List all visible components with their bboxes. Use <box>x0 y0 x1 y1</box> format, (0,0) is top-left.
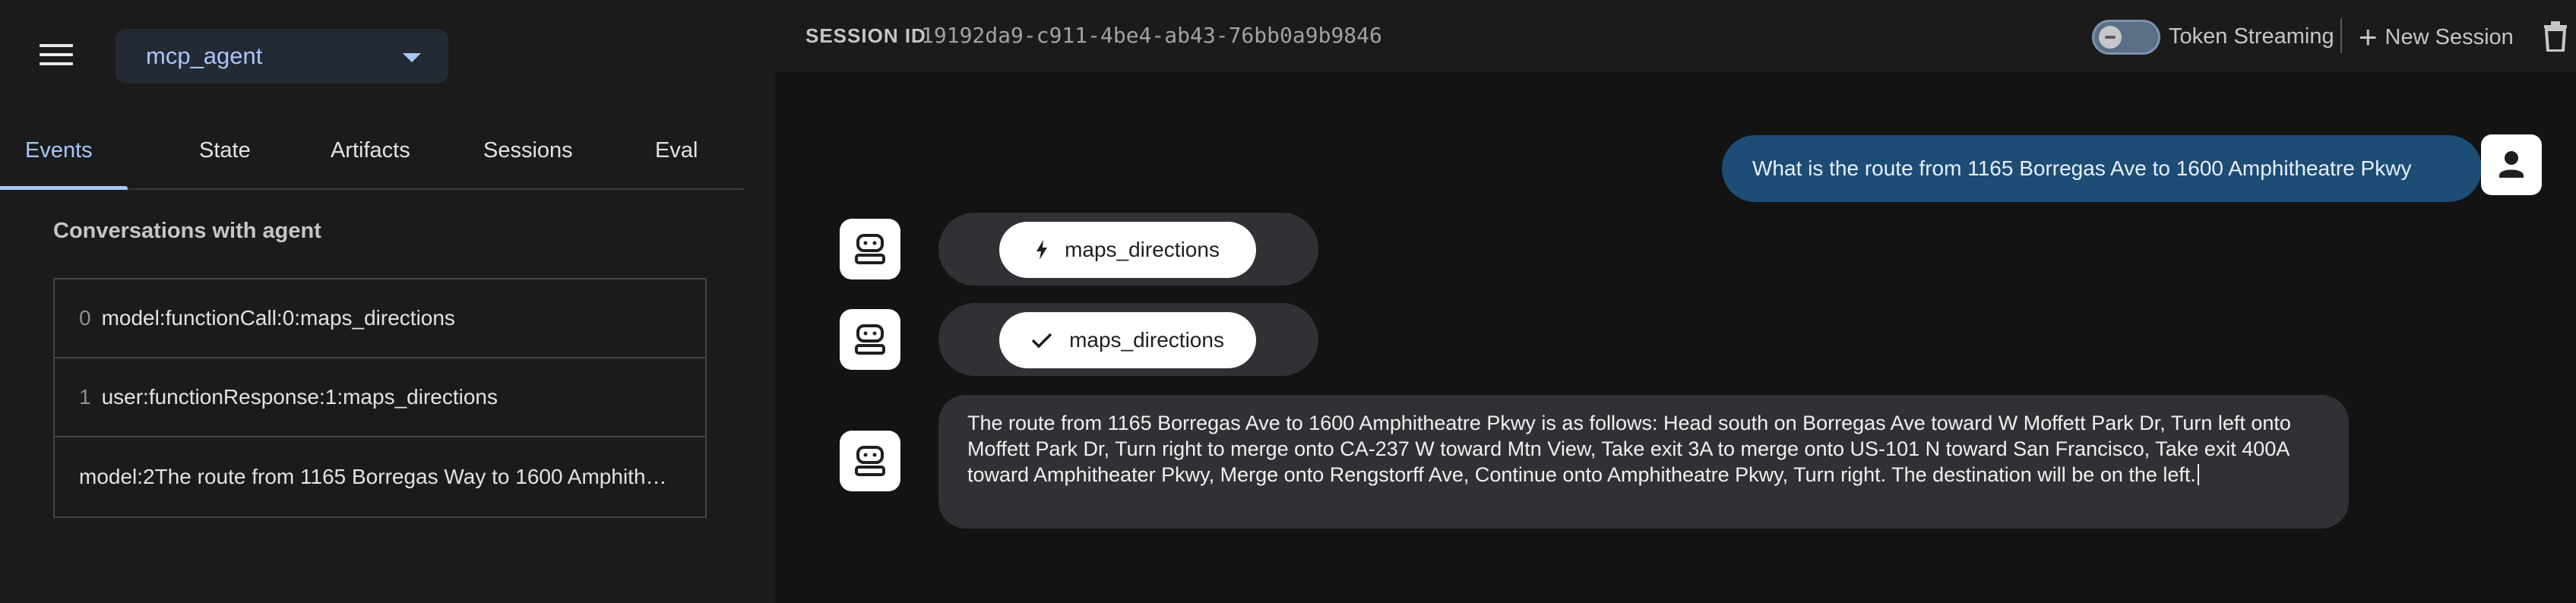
top-bar: SESSION ID 19192da9-c911-4be4-ab43-76bb0… <box>775 0 2576 71</box>
function-response-chip[interactable]: maps_directions <box>999 312 1256 368</box>
app-selector-value: mcp_agent <box>146 43 263 69</box>
event-index: 1 <box>79 385 91 409</box>
new-session-button[interactable]: + New Session <box>2359 20 2514 55</box>
function-response-bubble: maps_directions <box>938 303 1318 376</box>
function-response-name: maps_directions <box>1069 328 1224 352</box>
text-cursor <box>2197 464 2199 485</box>
tab-state[interactable]: State <box>199 138 251 190</box>
agent-response-bubble: The route from 1165 Borregas Ave to 1600… <box>938 395 2349 529</box>
function-call-chip[interactable]: maps_directions <box>999 222 1256 278</box>
user-avatar-icon <box>2481 134 2542 195</box>
session-id-label: SESSION ID <box>805 24 926 47</box>
function-call-bubble: maps_directions <box>938 213 1318 286</box>
user-message-bubble: What is the route from 1165 Borregas Ave… <box>1722 135 2482 202</box>
sidebar-tabs: Events State Artifacts Sessions Eval <box>0 129 745 190</box>
event-text: user:functionResponse:1:maps_directions <box>101 385 498 409</box>
bot-avatar-icon <box>840 431 900 491</box>
function-call-name: maps_directions <box>1065 238 1220 261</box>
sidebar: mcp_agent Events State Artifacts Session… <box>0 0 775 603</box>
event-text: model:functionCall:0:maps_directions <box>101 306 455 330</box>
toggle-knob <box>2099 26 2122 49</box>
divider <box>2340 18 2342 53</box>
bot-avatar-icon <box>840 309 900 370</box>
conversations-title: Conversations with agent <box>53 219 321 243</box>
session-id-value: 19192da9-c911-4be4-ab43-76bb0a9b9846 <box>921 23 1382 48</box>
bolt-icon <box>1036 240 1048 260</box>
chat-area: What is the route from 1165 Borregas Ave… <box>775 71 2576 603</box>
token-streaming-label: Token Streaming <box>2169 24 2334 49</box>
hamburger-menu-icon[interactable] <box>40 44 73 70</box>
tab-sessions[interactable]: Sessions <box>483 138 573 190</box>
bot-avatar-icon <box>840 219 900 279</box>
tab-eval[interactable]: Eval <box>655 138 698 190</box>
trash-icon[interactable] <box>2543 21 2568 52</box>
plus-icon: + <box>2359 19 2378 55</box>
tab-artifacts[interactable]: Artifacts <box>331 138 410 190</box>
event-row[interactable]: model:2The route from 1165 Borregas Way … <box>55 437 705 516</box>
new-session-label: New Session <box>2385 24 2514 49</box>
app-selector[interactable]: mcp_agent <box>116 29 448 84</box>
agent-response-text: The route from 1165 Borregas Ave to 1600… <box>967 412 2291 486</box>
tab-events[interactable]: Events <box>0 138 128 190</box>
event-list: 0 model:functionCall:0:maps_directions 1… <box>53 278 707 518</box>
event-row[interactable]: 0 model:functionCall:0:maps_directions <box>55 279 705 358</box>
dropdown-caret-icon <box>403 53 421 62</box>
event-row[interactable]: 1 user:functionResponse:1:maps_direction… <box>55 358 705 437</box>
event-index: 0 <box>79 306 91 330</box>
event-text: model:2The route from 1165 Borregas Way … <box>79 465 672 488</box>
check-icon <box>1031 332 1052 349</box>
token-streaming-toggle[interactable] <box>2092 20 2160 55</box>
